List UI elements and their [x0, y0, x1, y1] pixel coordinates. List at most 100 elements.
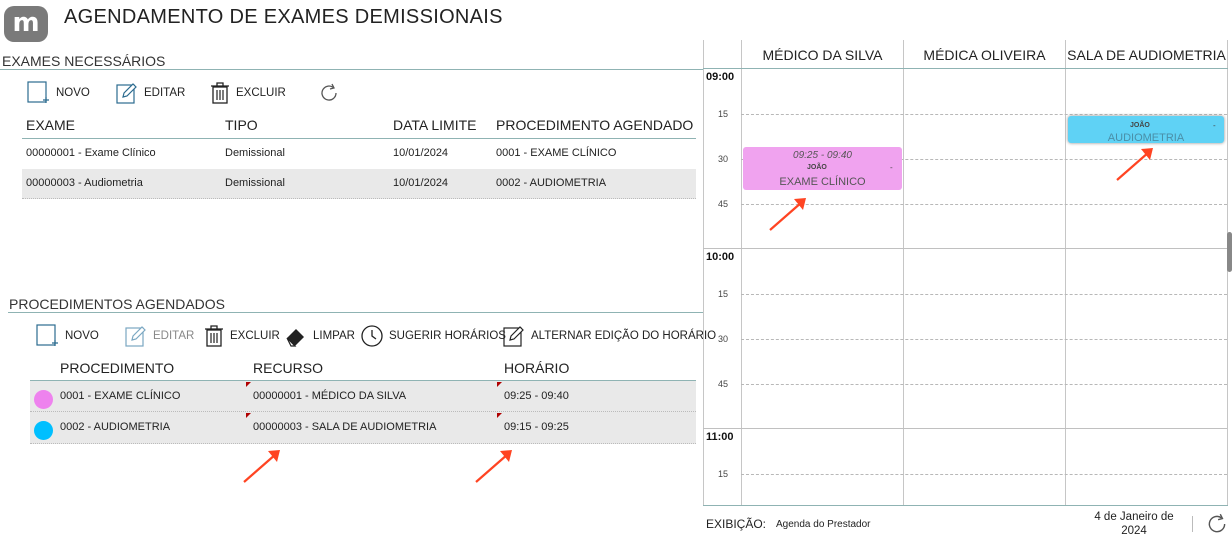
calendar-refresh-icon[interactable]: [1205, 512, 1229, 536]
proc-cell-procedimento: 0002 - AUDIOMETRIA: [60, 421, 171, 433]
calendar-event-exame-clinico[interactable]: 09:25 - 09:40 JOÃO - EXAME CLÍNICO: [743, 147, 902, 190]
calendar-header-divider: [703, 68, 1228, 69]
calendar-header-medica-oliveira: MÉDICA OLIVEIRA: [923, 47, 1046, 63]
calendar-scrollbar-thumb[interactable]: [1227, 232, 1232, 272]
app-title: AGENDAMENTO DE EXAMES DEMISSIONAIS: [64, 6, 503, 28]
proc-suggest-button[interactable]: SUGERIR HORÁRIOS: [360, 324, 506, 348]
exames-refresh-button[interactable]: [318, 82, 340, 104]
table-row[interactable]: 00000003 - Audiometria Demissional 10/01…: [22, 169, 696, 199]
exames-cell-procedimento: 0001 - EXAME CLÍNICO: [496, 147, 617, 159]
hour-label: 09:00: [706, 71, 735, 83]
new-icon: [27, 81, 49, 103]
hour-label: 10:00: [706, 251, 735, 263]
clock-icon: [361, 325, 383, 347]
eraser-icon: [286, 329, 304, 347]
grid-line: [741, 204, 1227, 205]
app-logo-icon: m: [4, 6, 48, 42]
grid-line: [703, 248, 1227, 249]
proc-col-horario: HORÁRIO: [504, 360, 570, 376]
event-person: JOÃO: [1130, 122, 1150, 129]
annotation-arrow-icon: [475, 450, 512, 483]
flag-marker: [246, 382, 251, 387]
exames-edit-label: EDITAR: [144, 87, 186, 99]
event-name: EXAME CLÍNICO: [779, 176, 866, 188]
annotation-arrow-icon: [1116, 148, 1153, 181]
grid-line: [741, 339, 1227, 340]
event-name: AUDIOMETRIA: [1107, 132, 1185, 143]
proc-cell-horario[interactable]: 09:15 - 09:25: [504, 421, 569, 433]
event-dash: -: [1213, 121, 1216, 130]
flag-marker: [497, 413, 502, 418]
exames-cell-tipo: Demissional: [225, 177, 285, 189]
exames-section-divider: [0, 69, 703, 70]
display-mode-label: EXIBIÇÃO:: [706, 517, 767, 531]
new-icon: [36, 324, 58, 346]
minute-label: 15: [717, 469, 728, 479]
grid-line: [741, 294, 1227, 295]
proc-cell-horario[interactable]: 09:25 - 09:40: [504, 390, 569, 402]
proc-delete-button[interactable]: EXCLUIR: [203, 324, 280, 348]
calendar-time-divider: [741, 40, 742, 506]
table-row[interactable]: 00000001 - Exame Clínico Demissional 10/…: [22, 139, 696, 169]
exames-col-data: DATA LIMITE: [393, 117, 477, 133]
trash-icon: [211, 82, 229, 104]
calendar-date-line1: 4 de Janeiro de: [1094, 511, 1174, 523]
calendar-header-medico-silva: MÉDICO DA SILVA: [762, 47, 883, 63]
exames-delete-button[interactable]: EXCLUIR: [209, 81, 286, 105]
proc-toggle-time-button[interactable]: ALTERNAR EDIÇÃO DO HORÁRIO: [502, 324, 716, 348]
calendar-footer-divider: [703, 505, 1228, 506]
proc-suggest-label: SUGERIR HORÁRIOS: [389, 330, 506, 342]
calendar-col-divider: [1065, 40, 1066, 506]
grid-line: [741, 114, 1227, 115]
minute-label: 45: [717, 199, 728, 209]
exames-cell-exame: 00000003 - Audiometria: [26, 177, 143, 189]
event-person: JOÃO: [807, 164, 827, 171]
proc-clear-label: LIMPAR: [313, 330, 355, 342]
proc-edit-label: EDITAR: [153, 330, 195, 342]
exames-col-exame: EXAME: [26, 117, 76, 133]
minute-label: 30: [717, 334, 728, 344]
exames-new-label: NOVO: [56, 87, 90, 99]
calendar-date-line2: 2024: [1121, 525, 1147, 537]
annotation-arrow-icon: [243, 450, 280, 483]
minute-label: 15: [717, 109, 728, 119]
proc-clear-button[interactable]: LIMPAR: [284, 324, 355, 348]
exames-cell-exame: 00000001 - Exame Clínico: [26, 147, 156, 159]
calendar-date: 4 de Janeiro de 2024: [1080, 510, 1188, 538]
minute-label: 30: [717, 154, 728, 164]
calendar-event-audiometria[interactable]: JOÃO - AUDIOMETRIA: [1068, 116, 1224, 143]
proc-col-procedimento: PROCEDIMENTO: [60, 360, 175, 376]
exames-section-title: EXAMES NECESSÁRIOS: [2, 53, 166, 69]
exames-edit-button[interactable]: EDITAR: [115, 81, 185, 105]
proc-edit-button[interactable]: EDITAR: [124, 324, 194, 348]
procedimentos-section-title: PROCEDIMENTOS AGENDADOS: [9, 296, 226, 312]
procedimentos-section-divider: [8, 312, 703, 313]
proc-new-button[interactable]: NOVO: [36, 324, 99, 348]
calendar-col-divider: [903, 40, 904, 506]
annotation-arrow-icon: [769, 198, 806, 231]
exames-cell-tipo: Demissional: [225, 147, 285, 159]
calendar-right-border: [1227, 40, 1228, 506]
proc-new-label: NOVO: [65, 330, 99, 342]
exames-new-button[interactable]: NOVO: [27, 81, 90, 105]
exames-cell-data: 10/01/2024: [393, 147, 449, 159]
display-mode-value[interactable]: Agenda do Prestador: [776, 519, 871, 530]
proc-cell-recurso[interactable]: 00000001 - MÉDICO DA SILVA: [253, 390, 406, 402]
procedure-color-dot: [34, 390, 53, 409]
exames-cell-data: 10/01/2024: [393, 177, 449, 189]
refresh-icon: [321, 83, 337, 101]
footer-separator: [1192, 516, 1193, 532]
minute-label: 15: [717, 289, 728, 299]
table-row[interactable]: 0001 - EXAME CLÍNICO 00000001 - MÉDICO D…: [30, 381, 696, 412]
proc-col-recurso: RECURSO: [253, 360, 324, 376]
flag-marker: [246, 413, 251, 418]
event-dash: -: [890, 163, 893, 172]
table-row[interactable]: 0002 - AUDIOMETRIA 00000003 - SALA DE AU…: [30, 412, 696, 444]
exames-col-procedimento: PROCEDIMENTO AGENDADO: [496, 117, 694, 133]
event-time: 09:25 - 09:40: [793, 150, 852, 161]
proc-cell-recurso[interactable]: 00000003 - SALA DE AUDIOMETRIA: [253, 421, 436, 433]
grid-line: [741, 384, 1227, 385]
grid-line: [741, 474, 1227, 475]
procedure-color-dot: [34, 421, 53, 440]
trash-icon: [205, 325, 223, 347]
